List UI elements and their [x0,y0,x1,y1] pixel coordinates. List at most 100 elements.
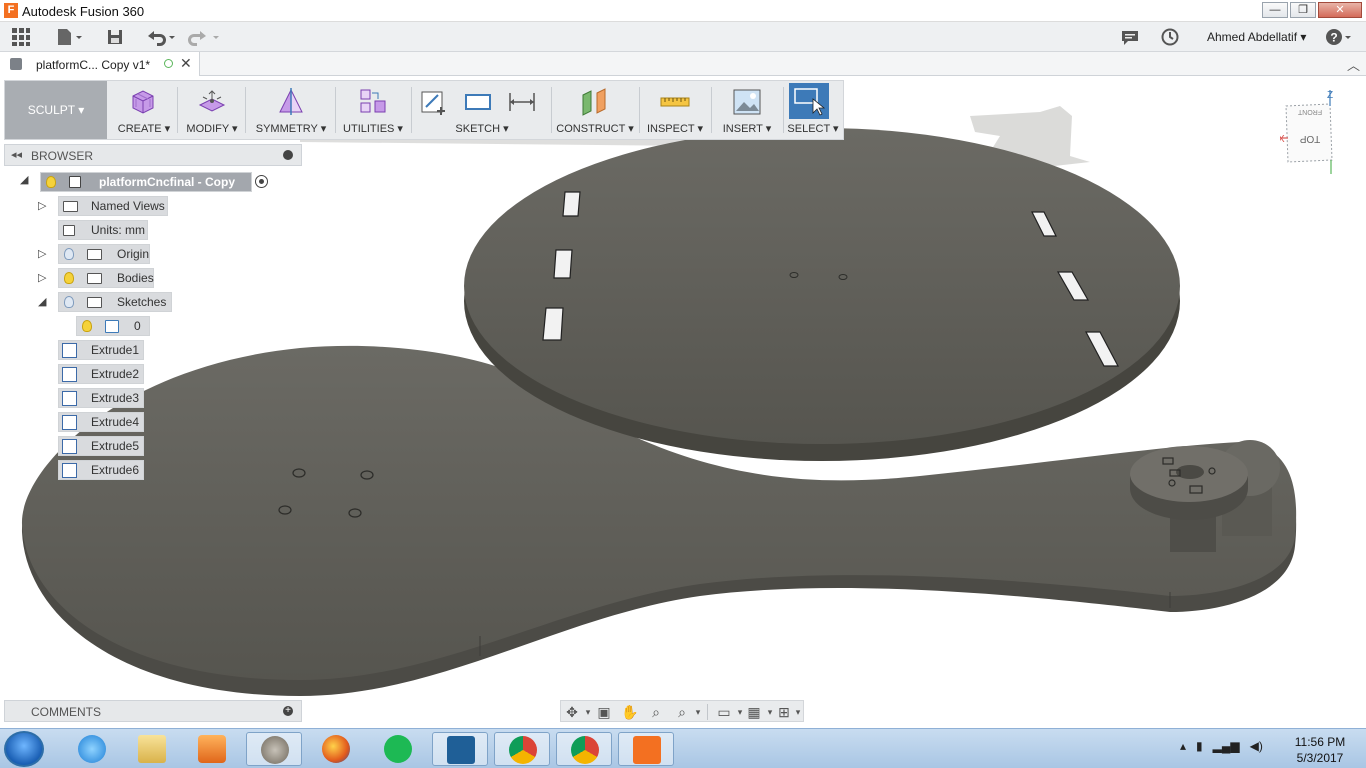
chevron-down-icon[interactable]: ▾ [789,703,807,721]
comments-panel-header[interactable]: COMMENTS + [4,700,302,722]
redo-icon[interactable] [188,27,222,47]
browser-item-label: Bodies [117,271,154,285]
browser-item-units[interactable]: Units: mm [58,220,148,240]
firefox-icon[interactable] [308,732,364,766]
zoom-icon[interactable]: ⌕ [647,703,665,721]
folder-icon [87,249,102,260]
timeline-extrude4[interactable]: Extrude4 [58,412,144,432]
browser-item-sketches[interactable]: Sketches [58,292,172,312]
symmetry-menu[interactable]: SYMMETRY ▾ [251,81,331,139]
maximize-button[interactable]: ❐ [1290,2,1316,18]
fusion-360-taskbar-icon[interactable] [618,732,674,766]
gimp-icon[interactable] [246,732,302,766]
browser-item-named-views[interactable]: Named Views [58,196,168,216]
document-tab-label: platformC... Copy v1* [36,58,151,72]
chrome-icon[interactable] [556,732,612,766]
minimize-button[interactable]: — [1262,2,1288,18]
utilities-icon [360,89,386,113]
extrude-icon [62,391,77,406]
canvas-viewport[interactable]: SCULPT ▾ CREATE ▾ MODIFY ▾ SYMMETRY ▾ UT… [0,76,1366,728]
select-menu[interactable]: SELECT ▾ [787,81,839,139]
collapse-browser-icon[interactable]: ◂◂ [11,148,22,161]
activate-component-icon[interactable] [255,175,268,188]
browser-item-origin[interactable]: Origin [58,244,150,264]
close-tab-icon[interactable]: ✕ [180,55,192,72]
viewcube-top-face: TOP [1299,133,1320,144]
timeline-extrude1[interactable]: Extrude1 [58,340,144,360]
save-icon[interactable] [104,27,126,47]
visibility-bulb-icon[interactable] [64,272,74,284]
utilities-menu[interactable]: UTILITIES ▾ [339,81,407,139]
undo-icon[interactable] [144,27,178,47]
chrome-icon[interactable] [494,732,550,766]
inspect-menu[interactable]: INSPECT ▾ [643,81,707,139]
look-at-icon[interactable]: ▣ [595,703,613,721]
expand-bodies-icon[interactable]: ▷ [38,271,46,284]
chevron-down-icon[interactable]: ▾ [689,703,707,721]
construct-label: CONSTRUCT [556,123,626,135]
browser-panel-header[interactable]: ◂◂ BROWSER [4,144,302,166]
start-button-icon[interactable] [4,731,44,767]
create-sketch-icon [421,91,445,115]
user-account-menu[interactable]: Ahmed Abdellatif ▾ [1207,30,1306,44]
viewcube[interactable]: Z X TOP FRONT [1278,90,1350,180]
timeline-extrude3[interactable]: Extrude3 [58,388,144,408]
file-explorer-icon[interactable] [124,732,180,766]
expand-root-icon[interactable]: ◢ [20,173,28,186]
pan-hand-icon[interactable]: ✋ [621,703,639,721]
help-icon[interactable]: ? [1324,27,1354,47]
file-menu-icon[interactable] [54,27,84,47]
collapse-sketches-icon[interactable]: ◢ [38,295,46,308]
symmetry-icon [279,88,303,115]
browser-root-component[interactable]: platformCncfinal - Copy v1 [40,172,252,207]
construct-menu[interactable]: CONSTRUCT ▾ [555,81,635,139]
sketch-menu[interactable]: SKETCH ▾ [415,81,549,139]
taskbar-clock[interactable]: 11:56 PM 5/3/2017 [1290,734,1350,766]
insert-menu[interactable]: INSERT ▾ [715,81,779,139]
browser-item-label: Origin [117,247,150,261]
add-comment-icon[interactable]: + [283,706,293,716]
expand-origin-icon[interactable]: ▷ [38,247,46,260]
spotify-icon[interactable] [370,732,426,766]
create-label: CREATE [117,123,162,135]
workspace-switcher[interactable]: SCULPT ▾ [5,81,107,139]
system-tray[interactable]: ▴ ▮ ▂▄▆ ◀) [1180,739,1263,753]
extrude-icon [62,367,77,382]
notifications-icon[interactable] [1120,27,1140,47]
timeline-extrude5[interactable]: Extrude5 [58,436,144,456]
browser-minimize-icon[interactable] [283,150,293,160]
visibility-bulb-icon[interactable] [64,296,74,308]
measure-ruler-icon [660,97,690,107]
brackets-icon[interactable] [432,732,488,766]
internet-explorer-icon[interactable] [64,732,120,766]
expand-named-views-icon[interactable]: ▷ [38,199,46,212]
viewcube-front-face: FRONT [1297,108,1322,115]
visibility-bulb-icon[interactable] [64,248,74,260]
windows-taskbar: ▴ ▮ ▂▄▆ ◀) 11:56 PM 5/3/2017 [0,728,1366,768]
visibility-bulb-icon[interactable] [46,176,56,188]
job-status-clock-icon[interactable] [1160,27,1180,47]
browser-item-bodies[interactable]: Bodies [58,268,154,288]
visibility-bulb-icon[interactable] [82,320,92,332]
construct-plane-icon [582,88,606,116]
browser-item-label: Extrude6 [91,463,140,477]
document-tab[interactable]: platformC... Copy v1* ✕ [0,52,200,76]
comments-title: COMMENTS [31,705,101,719]
axis-x-label: X [1280,134,1285,145]
fusion-logo-icon: F [4,3,18,18]
browser-item-sketch-0[interactable]: 0 [76,316,150,336]
close-window-button[interactable]: ✕ [1318,2,1362,18]
timeline-extrude2[interactable]: Extrude2 [58,364,144,384]
folder-icon [87,297,102,308]
timeline-extrude6[interactable]: Extrude6 [58,460,144,480]
data-panel-grid-icon[interactable] [10,27,32,47]
create-menu[interactable]: CREATE ▾ [113,81,175,139]
sketch-icon [105,320,119,333]
modify-menu[interactable]: MODIFY ▾ [181,81,243,139]
symmetry-label: SYMMETRY [255,123,318,135]
media-player-icon[interactable] [184,732,240,766]
window-titlebar: F Autodesk Fusion 360 — ❐ ✕ [0,0,1366,22]
window-title: Autodesk Fusion 360 [22,4,145,19]
collapse-up-icon[interactable]: ︿ [1347,55,1360,74]
sketch-label: SKETCH [455,123,501,135]
